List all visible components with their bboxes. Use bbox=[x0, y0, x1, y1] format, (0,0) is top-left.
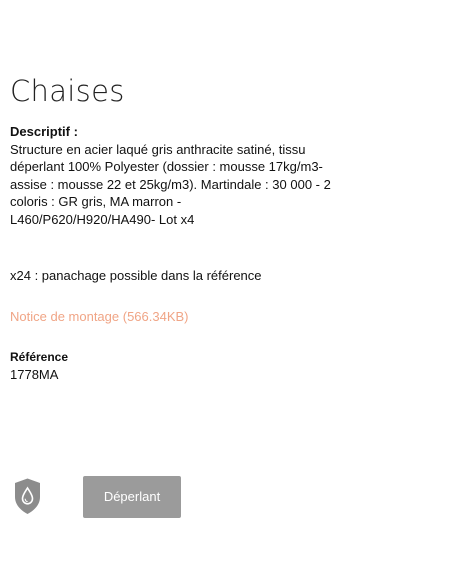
deperlant-button[interactable]: Déperlant bbox=[83, 476, 181, 518]
assembly-notice-link[interactable]: Notice de montage (566.34KB) bbox=[10, 309, 189, 325]
description-label: Descriptif : bbox=[10, 124, 78, 139]
reference-label: Référence bbox=[10, 350, 69, 364]
reference-value: 1778MA bbox=[10, 367, 59, 382]
water-drop-shield-icon bbox=[10, 477, 45, 515]
page-title: Chaises bbox=[10, 74, 125, 108]
mix-note: x24 : panachage possible dans la référen… bbox=[10, 268, 262, 283]
description-text: Structure en acier laqué gris anthracite… bbox=[10, 142, 331, 227]
